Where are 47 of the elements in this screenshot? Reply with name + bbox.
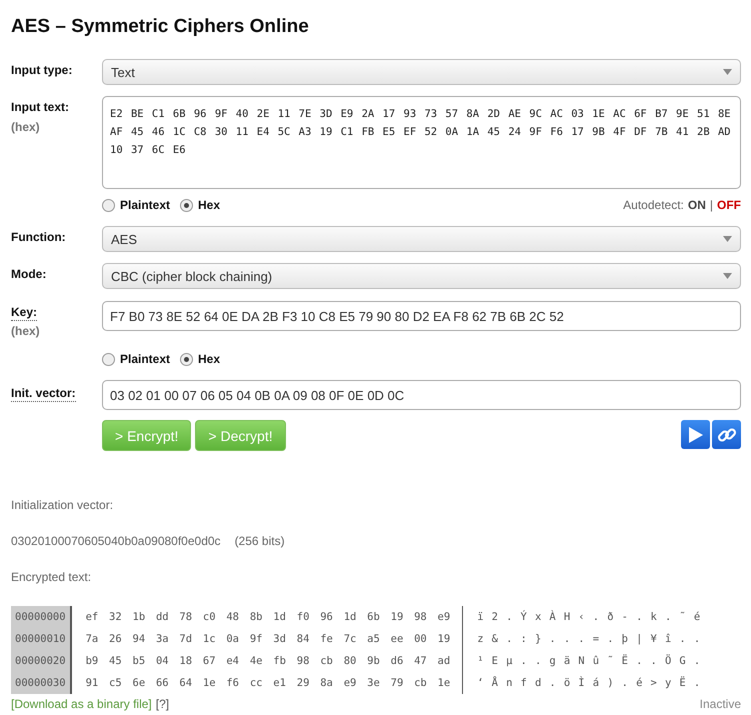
radio-option[interactable]: Plaintext: [102, 198, 170, 212]
link-button[interactable]: [712, 420, 741, 449]
iv-value: 03020100070605040b0a09080f0e0d0c: [11, 534, 221, 548]
status-text: Inactive: [700, 697, 741, 711]
radio-option[interactable]: Hex: [180, 352, 220, 366]
field-label: Mode:: [11, 267, 48, 281]
ascii-chars: ‘ Å n f d . ö Ì á ) . é > y Ë .: [477, 675, 700, 691]
function-dropdown[interactable]: AES: [102, 226, 741, 252]
field-label: Key:: [11, 305, 38, 321]
ascii-chars: ï 2 . Ý x À H ‹ . ð - . k . ˜ é: [477, 609, 700, 625]
autodetect-option[interactable]: OFF: [717, 198, 741, 212]
separator: |: [710, 198, 713, 212]
play-icon: [688, 426, 702, 442]
mode-dropdown[interactable]: CBC (cipher block chaining): [102, 263, 741, 289]
hex-bytes: 7a 26 94 3a 7d 1c 0a 9f 3d 84 fe 7c a5 ee 00 19: [86, 632, 450, 647]
field-label: Input type:: [11, 63, 74, 77]
input-type-dropdown[interactable]: Text: [102, 59, 741, 85]
caret-icon: [723, 273, 732, 279]
init-vector-field[interactable]: 03 02 01 00 07 06 05 04 0B 0A 09 08 0F 0E 0D 0C: [102, 380, 741, 410]
page-title: AES – Symmetric Ciphers Online: [11, 16, 310, 38]
offset-cell-text: 00000020: [15, 654, 66, 669]
play-button[interactable]: [681, 420, 710, 449]
offset-cell-text: 00000010: [15, 632, 66, 647]
caret-icon: [723, 236, 732, 242]
field-sublabel: (hex): [11, 120, 41, 134]
hex-bytes: b9 45 b5 04 18 67 e4 4e fb 98 cb 80 9b d6 47 ad: [86, 654, 450, 669]
field-label: Function:: [11, 230, 67, 244]
field-label: Init. vector:: [11, 386, 76, 402]
caret-icon: [723, 69, 732, 75]
field-sublabel: (hex): [11, 324, 41, 338]
autodetect-label: Autodetect:: [623, 198, 684, 212]
ascii-chars: z & . : } . . . = . þ | ¥ î . .: [477, 632, 700, 647]
key-field[interactable]: F7 B0 73 8E 52 64 0E DA 2B F3 10 C8 E5 79 90 80 D2 EA F8 62 7B 6B 2C 52: [102, 301, 741, 331]
radio-option[interactable]: Hex: [180, 198, 220, 212]
hex-bytes: ef 32 1b dd 78 c0 48 8b 1d f0 96 1d 6b 19 98 e9: [86, 610, 450, 625]
field-label: Input text:: [11, 100, 70, 114]
offset-cell-text: 00000000: [15, 610, 66, 625]
offset-cell-text: 00000030: [15, 676, 66, 691]
help-link[interactable]: [?]: [156, 697, 170, 711]
section-heading: Encrypted text:: [11, 570, 92, 584]
radio-option[interactable]: Plaintext: [102, 352, 170, 366]
bit-count: (256 bits): [234, 534, 285, 548]
input-text-area[interactable]: E2 BE C1 6B 96 9F 40 2E 11 7E 3D E9 2A 17 93 73 57 8A 2D AE 9C AC 03 1E AC 6F B7 9E 51 8E AF 45 46 1C C8 30 11 E4 5C A3 19 C1 FB E5 EF 52 0A 1A 45 24 9F F6 17 9B 4F DF 7B 41 2B AD 10 37 6C E6: [102, 96, 741, 189]
hex-bytes: 91 c5 6e 66 64 1e f6 cc e1 29 8a e9 3e 79 cb 1e: [86, 676, 450, 691]
autodetect-option[interactable]: ON: [688, 198, 706, 212]
section-heading: Initialization vector:: [11, 498, 114, 512]
ascii-chars: ¹ E µ . . g ä N û ˜ Ë . . Ö G .: [477, 653, 700, 669]
